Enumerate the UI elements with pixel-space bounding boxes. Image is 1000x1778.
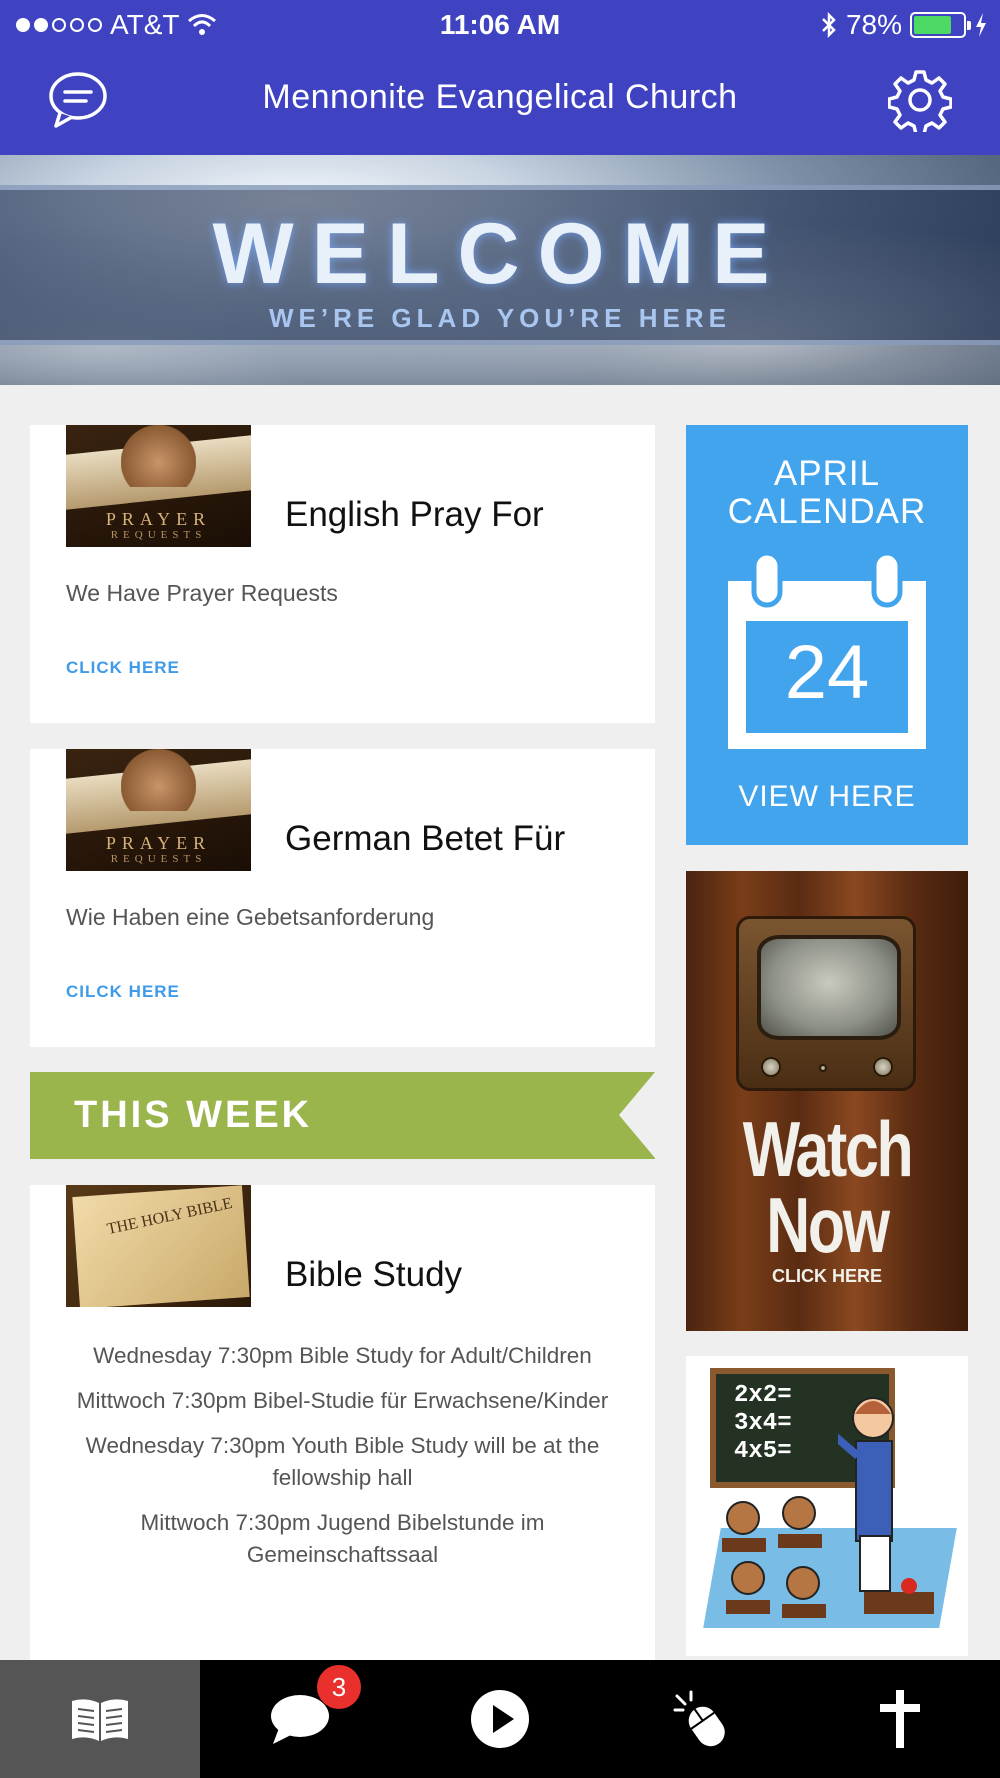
battery-percent: 78% — [845, 9, 902, 40]
bottom-tab-bar: 3 — [0, 1660, 1000, 1778]
app-header: AT&T 11:06 AM 78% Mennonite Evangelical … — [0, 0, 1000, 155]
schedule-line: Mittwoch 7:30pm Jugend Bibelstunde im Ge… — [140, 1510, 545, 1567]
charging-icon — [976, 13, 986, 37]
tv-icon — [736, 916, 916, 1091]
page-title: Mennonite Evangelical Church — [262, 78, 738, 116]
status-bar: AT&T 11:06 AM 78% — [0, 0, 1000, 52]
notification-badge: 3 — [317, 1665, 361, 1709]
this-week-banner: THIS WEEK — [30, 1072, 655, 1159]
schedule-line: Wednesday 7:30pm Bible Study for Adult/C… — [93, 1343, 592, 1368]
april-calendar-tile[interactable]: APRIL CALENDAR 24 VIEW HERE — [686, 425, 968, 845]
bible-study-schedule: Wednesday 7:30pm Bible Study for Adult/C… — [66, 1340, 619, 1584]
gear-icon[interactable] — [887, 68, 953, 136]
prayer-card-english[interactable]: PRAYER REQUESTS English Pray For We Have… — [30, 425, 655, 723]
calendar-title: APRIL CALENDAR — [727, 454, 927, 531]
card-title: English Pray For — [285, 495, 544, 534]
click-here-link[interactable]: CLICK HERE — [66, 658, 180, 678]
watch-now-tile[interactable]: Watch Now CLICK HERE — [686, 871, 968, 1331]
play-icon — [471, 1690, 529, 1748]
calendar-day: 24 — [784, 630, 870, 715]
bible-study-card[interactable]: THE HOLY BIBLE Bible Study Wednesday 7:3… — [30, 1185, 655, 1660]
tab-media[interactable] — [400, 1660, 600, 1778]
status-right: 78% — [820, 9, 988, 41]
banner-title: WELCOME — [212, 206, 788, 302]
click-here-link[interactable]: CILCK HERE — [66, 982, 180, 1002]
tab-messages[interactable] — [200, 1660, 400, 1778]
schedule-line: Wednesday 7:30pm Youth Bible Study will … — [85, 1433, 600, 1490]
prayer-requests-image: PRAYER REQUESTS — [66, 425, 251, 547]
card-title: Bible Study — [285, 1255, 463, 1294]
mouse-click-icon — [673, 1690, 725, 1747]
tab-book[interactable] — [0, 1660, 200, 1778]
prayer-requests-image: PRAYER REQUESTS — [66, 749, 251, 871]
card-description: Wie Haben eine Gebetsanforderung — [66, 904, 435, 930]
schedule-line: Mittwoch 7:30pm Bibel-Studie für Erwachs… — [76, 1388, 609, 1413]
welcome-banner: WELCOME WE’RE GLAD YOU’RE HERE — [0, 155, 1000, 385]
teacher-illustration — [838, 1397, 894, 1592]
battery-icon — [910, 12, 971, 38]
classroom-tile[interactable]: 2x2= 3x4= 4x5= — [686, 1356, 968, 1656]
card-title: German Betet Für — [285, 819, 566, 858]
watch-now-title: Watch Now — [742, 1105, 914, 1269]
board-line: 4x5= — [734, 1438, 792, 1465]
board-line: 3x4= — [734, 1410, 792, 1437]
watch-click-here[interactable]: CLICK HERE — [686, 1266, 968, 1287]
board-line: 2x2= — [734, 1382, 792, 1409]
bluetooth-icon — [822, 11, 836, 39]
view-here-link[interactable]: VIEW HERE — [686, 780, 968, 814]
cross-icon — [880, 1690, 920, 1748]
this-week-label: THIS WEEK — [74, 1094, 313, 1136]
card-description: We Have Prayer Requests — [66, 580, 338, 606]
book-icon — [72, 1699, 128, 1741]
tab-connect[interactable] — [600, 1660, 800, 1778]
tab-faith[interactable] — [800, 1660, 1000, 1778]
prayer-card-german[interactable]: PRAYER REQUESTS German Betet Für Wie Hab… — [30, 749, 655, 1047]
holy-bible-image: THE HOLY BIBLE — [66, 1185, 251, 1307]
banner-subtitle: WE’RE GLAD YOU’RE HERE — [268, 303, 731, 333]
